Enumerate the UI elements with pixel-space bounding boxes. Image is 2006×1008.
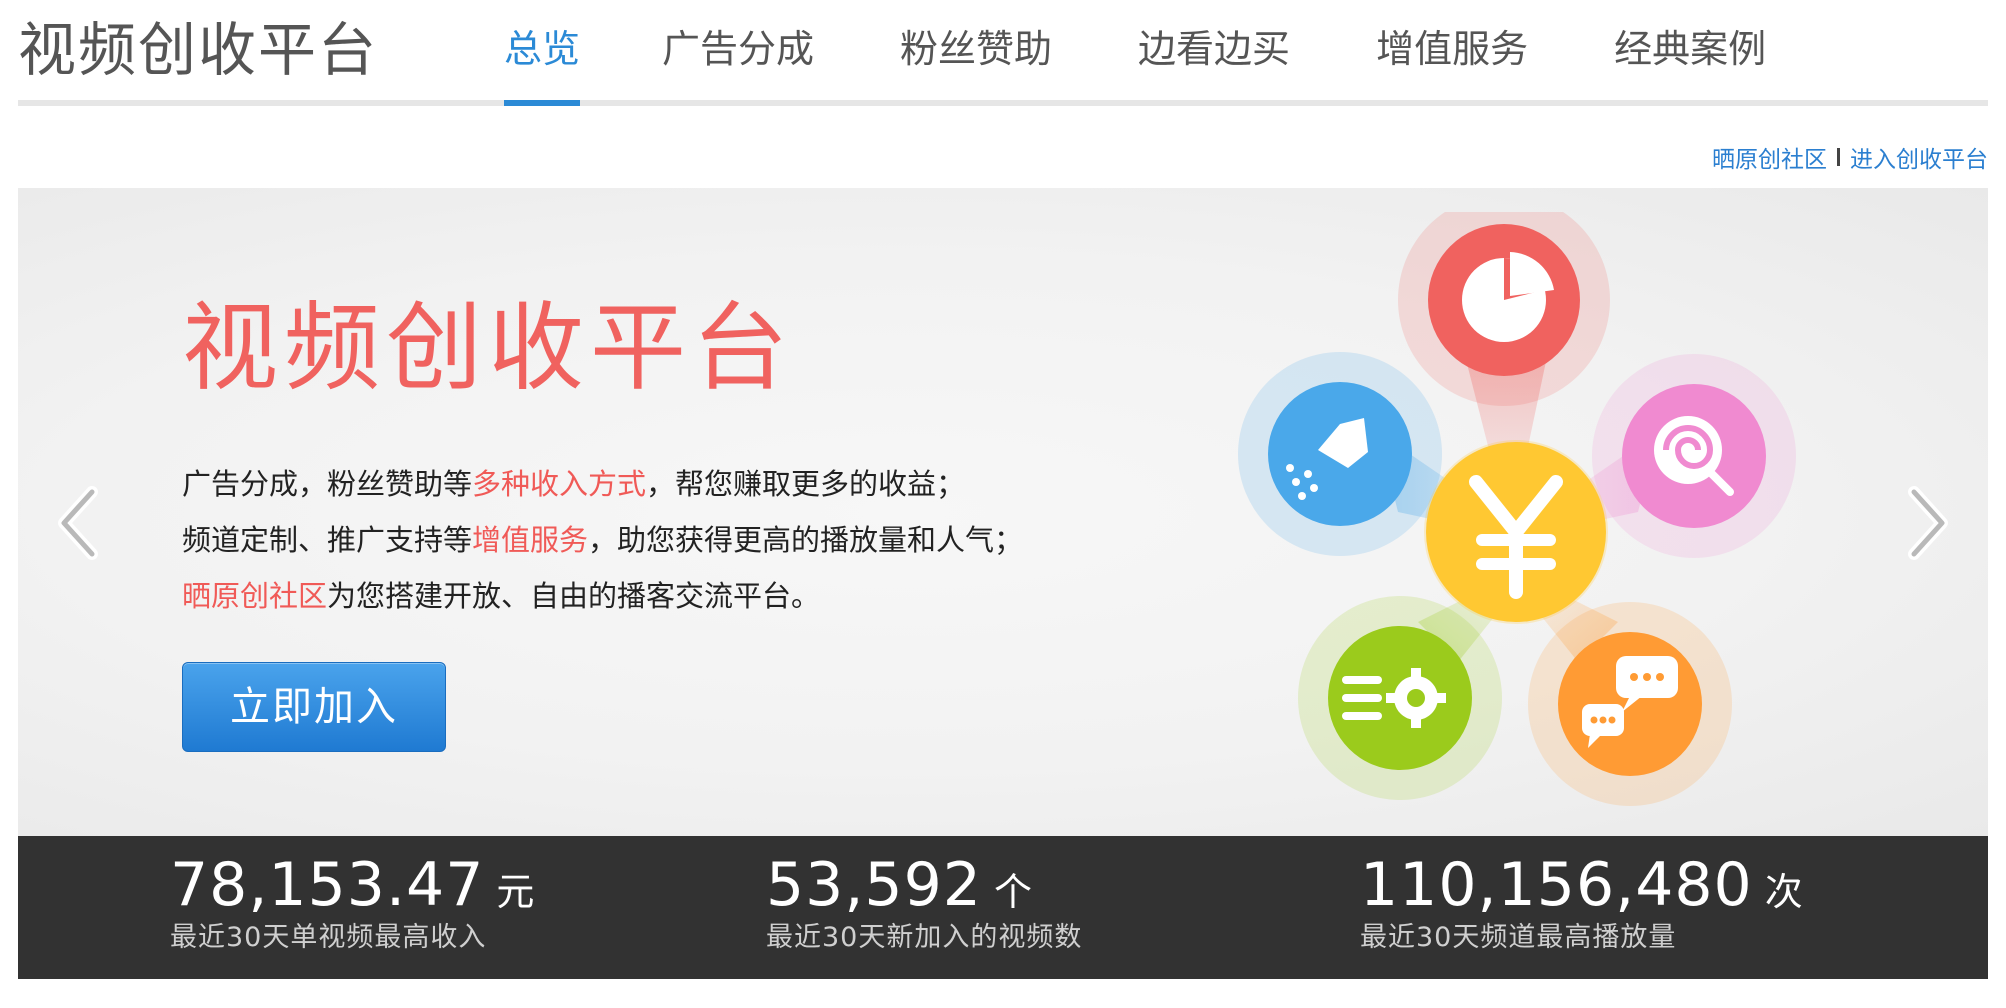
site-header: 视频创收平台 总览 广告分成 粉丝赞助 边看边买 增值服务 经典案例 [18, 0, 1988, 106]
hero-line-3-tail: 为您搭建开放、自由的播客交流平台。 [327, 579, 821, 613]
stats-bar: 78,153.47 元 最近30天单视频最高收入 53,592 个 最近30天新加入… [18, 836, 1988, 979]
join-now-button[interactable]: 立即加入 [182, 662, 446, 752]
stat-new-videos: 53,592 个 最近30天新加入的视频数 [766, 852, 1082, 956]
stat-value: 78,153.47 [170, 850, 485, 920]
top-links: 晒原创社区 进入创收平台 [1712, 140, 1988, 174]
next-slide-button[interactable] [1896, 478, 1956, 568]
hero-description: 广告分成，粉丝赞助等多种收入方式，帮您赚取更多的收益； 频道定制、推广支持等增值… [182, 456, 1023, 624]
yen-icon [1424, 440, 1608, 624]
stat-label: 最近30天频道最高播放量 [1360, 922, 1677, 953]
hero-line-3: 晒原创社区为您搭建开放、自由的播客交流平台。 [182, 568, 1023, 624]
stat-label: 最近30天新加入的视频数 [766, 922, 1083, 953]
watering-can-icon [1238, 352, 1442, 556]
nav-item-fan-sponsor[interactable]: 粉丝赞助 [900, 0, 1052, 100]
main-nav: 总览 广告分成 粉丝赞助 边看边买 增值服务 经典案例 [504, 0, 1766, 106]
stat-unit: 个 [993, 870, 1032, 914]
prev-slide-button[interactable] [50, 478, 110, 568]
nav-item-overview[interactable]: 总览 [504, 0, 581, 106]
hero-line-2-tail: ，助您获得更高的播放量和人气； [588, 523, 1024, 557]
income-methods-highlight: 多种收入方式 [472, 467, 647, 501]
stat-value: 53,592 [766, 850, 982, 920]
link-divider [1837, 148, 1840, 166]
stat-value: 110,156,480 [1360, 850, 1753, 920]
site-title[interactable]: 视频创收平台 [18, 14, 378, 86]
nav-item-value-added[interactable]: 增值服务 [1376, 0, 1528, 100]
nav-item-watch-and-buy[interactable]: 边看边买 [1138, 0, 1290, 100]
stat-label: 最近30天单视频最高收入 [170, 922, 487, 953]
enter-platform-link[interactable]: 进入创收平台 [1850, 140, 1988, 174]
lollipop-icon [1592, 354, 1796, 558]
chevron-right-icon [1908, 486, 1948, 560]
chat-bubbles-icon [1528, 602, 1732, 806]
pie-chart-icon [1398, 212, 1610, 406]
stat-unit: 元 [496, 870, 535, 914]
nav-item-cases[interactable]: 经典案例 [1614, 0, 1766, 100]
community-highlight: 晒原创社区 [182, 579, 328, 613]
stat-unit: 次 [1764, 870, 1803, 914]
stat-max-video-income: 78,153.47 元 最近30天单视频最高收入 [170, 852, 534, 956]
community-link[interactable]: 晒原创社区 [1712, 140, 1827, 174]
hero-banner: 视频创收平台 广告分成，粉丝赞助等多种收入方式，帮您赚取更多的收益； 频道定制、… [18, 188, 1988, 836]
chevron-left-icon [58, 486, 98, 560]
hero-line-2-text: 频道定制、推广支持等 [182, 523, 473, 557]
hero-line-2: 频道定制、推广支持等增值服务，助您获得更高的播放量和人气； [182, 512, 1023, 568]
stat-max-channel-plays: 110,156,480 次 最近30天频道最高播放量 [1360, 852, 1803, 956]
settings-list-icon [1298, 596, 1502, 800]
revenue-illustration [1238, 212, 1796, 806]
value-added-highlight: 增值服务 [472, 523, 589, 557]
hero-line-1-tail: ，帮您赚取更多的收益； [646, 467, 966, 501]
hero-title: 视频创收平台 [182, 292, 794, 404]
hero-line-1-text: 广告分成，粉丝赞助等 [182, 467, 473, 501]
nav-item-ad-share[interactable]: 广告分成 [662, 0, 814, 100]
hero-line-1: 广告分成，粉丝赞助等多种收入方式，帮您赚取更多的收益； [182, 456, 1023, 512]
